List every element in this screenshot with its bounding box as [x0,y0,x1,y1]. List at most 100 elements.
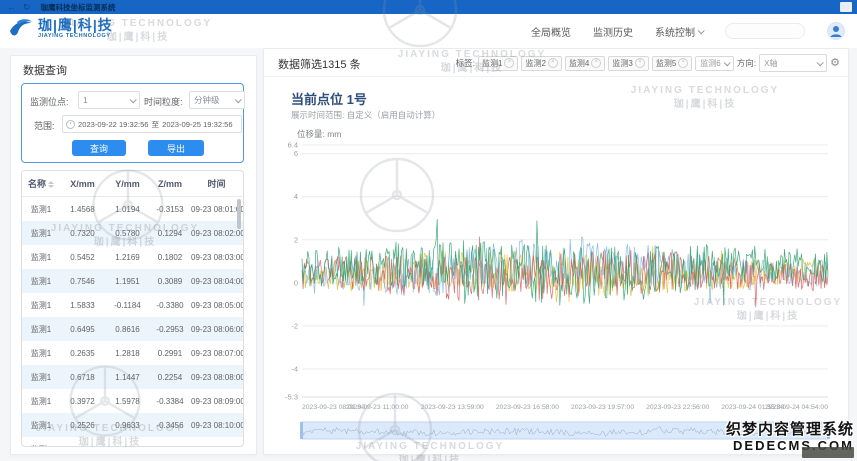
query-button[interactable]: 查询 [72,140,126,156]
filter-tag[interactable]: 监测3× [608,56,648,71]
date-range-input[interactable]: 2023-09-22 19:32:56 至 2023-09-25 19:32:5… [62,115,242,133]
table-cell: -0.1184 [105,293,150,317]
gear-icon[interactable]: ⚙ [830,58,840,69]
table-row[interactable]: 监测11.5833-0.1184-0.338009-23 08:05:00 [22,293,243,317]
bird-logo-icon [8,18,34,40]
table-cell: 1.2169 [105,245,150,269]
table-cell: 监测1 [22,437,60,447]
logo[interactable]: 珈|鹰|科|技 JIAYING TECHNOLOGY [8,18,113,40]
tag-select[interactable]: 监测6 [695,56,733,71]
filter-row: 标签: 监测1×监测2×监测4×监测3×监测5× 监测6 方向: X轴 ⚙ [456,54,840,72]
export-button[interactable]: 导出 [148,140,204,156]
table-column-header: Z/mm [150,171,190,197]
table-row[interactable]: 监测10.67181.14470.225409-23 08:08:00 [22,365,243,389]
table-row[interactable]: 监测10.39721.5978-0.338409-23 08:09:00 [22,389,243,413]
table-cell: -0.3456 [150,413,190,437]
avatar[interactable] [827,22,845,40]
nav-item-overview[interactable]: 全局概览 [531,24,571,39]
table-row[interactable]: 监测10.89341.00000.015109-23 08:11:00 [22,437,243,447]
table-cell: 1.2818 [105,341,150,365]
table-cell: -0.3380 [150,293,190,317]
table-cell: 09-23 08:01:00 [190,197,243,222]
table-column-header: Y/mm [105,171,150,197]
table-cell: 09-23 08:05:00 [190,293,243,317]
table-cell: 监测1 [22,197,60,222]
table-row[interactable]: 监测10.73200.57800.129409-23 08:02:00 [22,221,243,245]
table-cell: 0.2991 [150,341,190,365]
table-cell: 09-23 08:10:00 [190,413,243,437]
datazoom-left-handle[interactable] [300,422,303,439]
table-column-header: 时间 [190,171,243,197]
table-row[interactable]: 监测10.75461.19510.308909-23 08:04:00 [22,269,243,293]
table-header-row: 名称X/mmY/mmZ/mm时间 [22,171,243,197]
browser-tab[interactable]: 珈鹰科技坐标监测系统 [41,2,116,13]
y-tick-label: -2 [291,321,298,330]
table-cell: 监测1 [22,341,60,365]
query-panel: 数据查询 监测位点: 1 时间粒度: 分钟级 范围: 2023-09-22 19… [10,55,257,455]
table-column-header[interactable]: 名称 [22,171,60,197]
table-row[interactable]: 监测10.54521.21690.180209-23 08:03:00 [22,245,243,269]
range-label: 范围: [34,119,55,132]
nav-item-history[interactable]: 监测历史 [593,24,633,39]
table-cell: 09-23 08:03:00 [190,245,243,269]
back-icon[interactable]: ← [7,2,16,12]
table-cell: 0.3089 [150,269,190,293]
chart-canvas[interactable]: 6.46420-2-4-5.32023-09-23 08:01:002023-0… [276,139,836,417]
table-cell: 1.4568 [60,197,105,222]
table-cell: 1.0000 [105,437,150,447]
header-search-input[interactable] [725,23,805,39]
filter-result-count: 数据筛选1315 条 [278,56,361,72]
site-label: 监测位点: [30,95,69,108]
table-cell: 0.5780 [105,221,150,245]
table-cell: 1.0194 [105,197,150,222]
table-cell: 0.5452 [60,245,105,269]
table-row[interactable]: 监测11.45681.0194-0.315309-23 08:01:00 [22,197,243,222]
close-icon[interactable]: × [591,58,601,68]
x-tick-label: 2023-09-23 13:59:00 [421,404,484,411]
granularity-select[interactable]: 分钟级 [189,91,245,109]
filter-tag[interactable]: 监测5× [652,56,692,71]
table-cell: -0.2953 [150,317,190,341]
filter-tag-label: 监测4 [569,58,589,69]
filter-tag[interactable]: 监测2× [521,56,561,71]
table-cell: 0.1294 [150,221,190,245]
site-select[interactable]: 1 [78,91,140,109]
table-row[interactable]: 监测10.26351.28180.299109-23 08:07:00 [22,341,243,365]
sort-icon[interactable] [48,181,54,188]
table-cell: 0.6495 [60,317,105,341]
chevron-down-icon [130,96,137,103]
filter-tag-label: 监测5 [656,58,676,69]
close-icon[interactable]: × [548,58,558,68]
y-tick-label: 2 [294,235,298,244]
x-tick-label: 2023-09-23 11:00:00 [346,404,409,411]
y-tick-label: 0 [294,278,298,287]
table-cell: 0.0151 [150,437,190,447]
table-cell: 监测1 [22,317,60,341]
table-cell: 0.2635 [60,341,105,365]
filter-tag[interactable]: 监测4× [565,56,605,71]
table-cell: 0.1802 [150,245,190,269]
table-scrollbar-thumb[interactable] [237,199,241,229]
table-cell: 监测1 [22,389,60,413]
query-table: 名称X/mmY/mmZ/mm时间 监测11.45681.0194-0.31530… [21,170,244,447]
chevron-down-icon [723,59,730,66]
x-tick-label: 2023-09-24 04:54:00 [765,404,828,411]
refresh-icon[interactable]: ↻ [23,2,31,13]
table-row[interactable]: 监测10.64950.8616-0.295309-23 08:06:00 [22,317,243,341]
browser-extension-icon[interactable] [840,2,852,12]
filter-tag[interactable]: 监测1× [478,56,518,71]
query-form: 监测位点: 1 时间粒度: 分钟级 范围: 2023-09-22 19:32:5… [21,83,244,163]
table-cell: 09-23 08:08:00 [190,365,243,389]
table-cell: 0.6718 [60,365,105,389]
close-icon[interactable]: × [678,58,688,68]
close-icon[interactable]: × [635,58,645,68]
query-panel-title: 数据查询 [23,62,67,78]
nav-item-system-control[interactable]: 系统控制 [655,24,703,39]
app-header: 珈|鹰|科|技 JIAYING TECHNOLOGY 全局概览 监测历史 系统控… [0,14,857,48]
direction-select[interactable]: X轴 [759,54,827,72]
close-icon[interactable]: × [504,58,514,68]
logo-en-text: JIAYING TECHNOLOGY [38,34,113,40]
table-cell: 09-23 08:09:00 [190,389,243,413]
table-row[interactable]: 监测10.25260.9633-0.345609-23 08:10:00 [22,413,243,437]
chart-panel: 数据筛选1315 条 标签: 监测1×监测2×监测4×监测3×监测5× 监测6 … [263,48,849,455]
